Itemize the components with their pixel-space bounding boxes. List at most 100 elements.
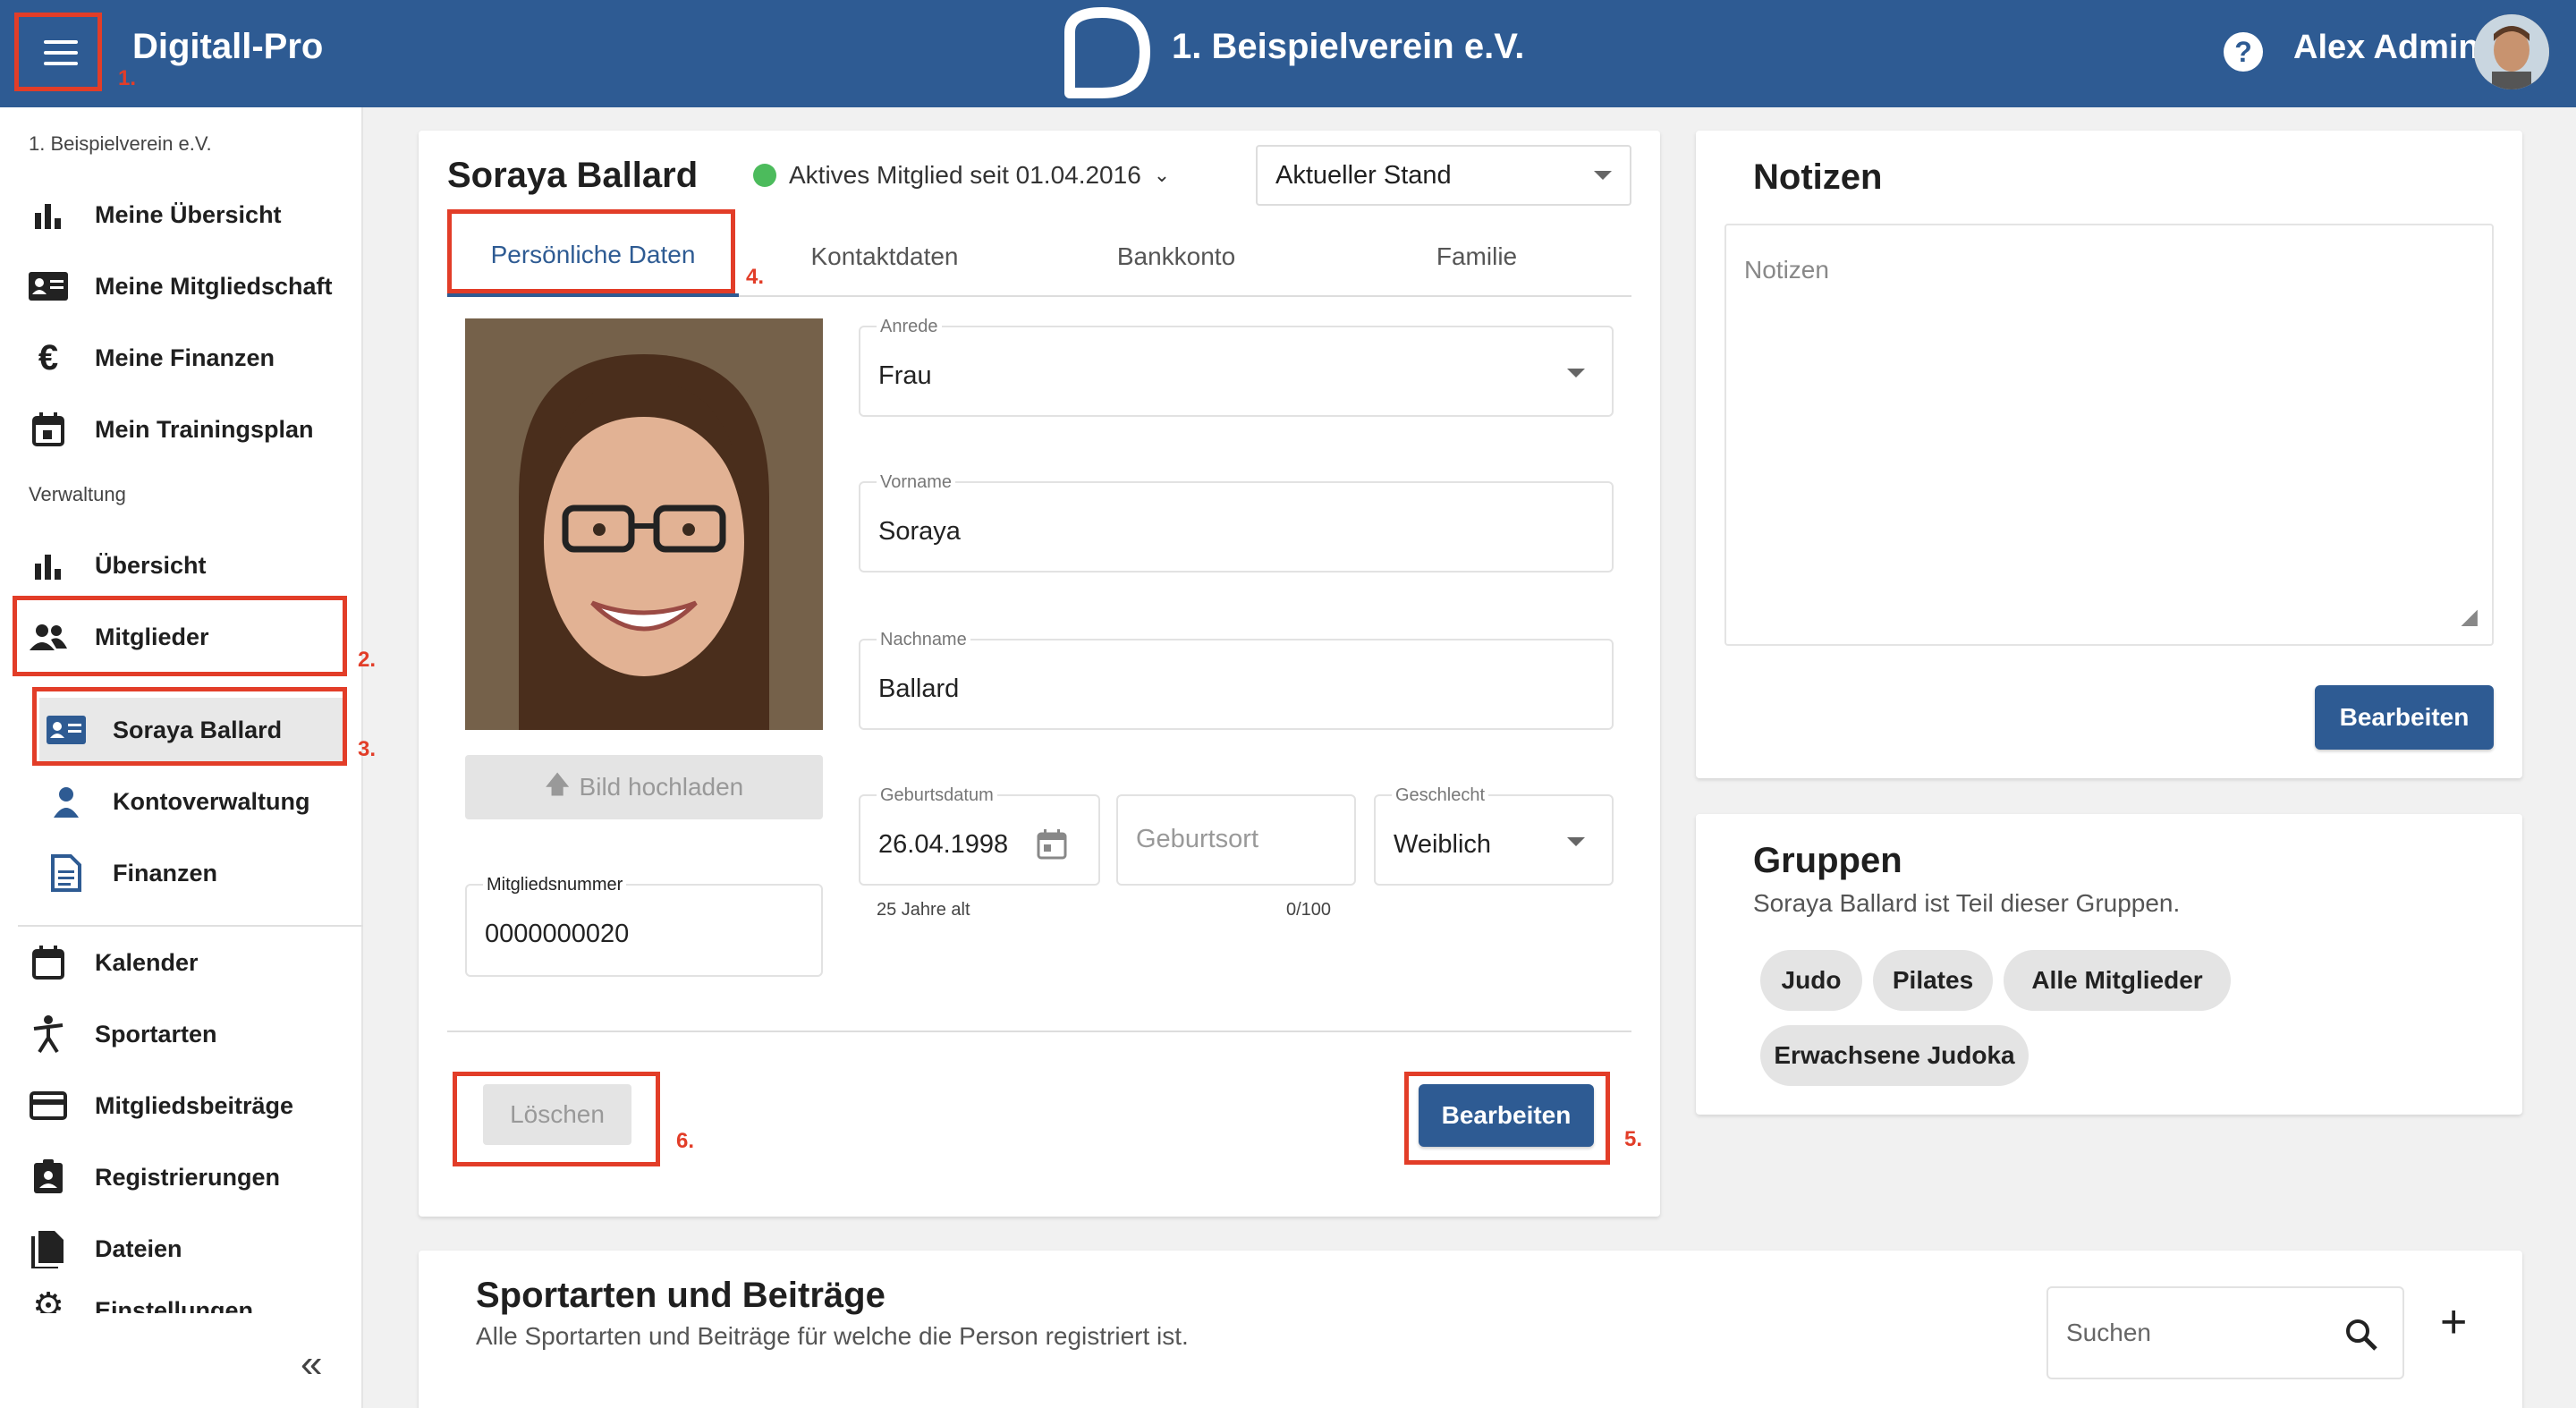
sidebar-item-label: Registrierungen xyxy=(95,1163,281,1191)
firstname-field[interactable]: Vorname Soraya xyxy=(859,472,1614,573)
sidebar-item-label: Dateien xyxy=(95,1234,182,1262)
annotation-number-3: 3. xyxy=(358,737,377,761)
club-name: 1. Beispielverein e.V. xyxy=(1172,27,1525,66)
sidebar-divider xyxy=(18,925,363,927)
age-hint: 25 Jahre alt xyxy=(877,900,970,920)
sport-icon xyxy=(27,1013,70,1056)
sidebar-item-label: Übersicht xyxy=(95,551,207,579)
lastname-field[interactable]: Nachname Ballard xyxy=(859,630,1614,730)
notes-textarea[interactable]: Notizen ◢ xyxy=(1724,224,2494,646)
sidebar-item-meine-finanzen[interactable]: € Meine Finanzen xyxy=(21,326,340,390)
group-chip-alle-mitglieder[interactable]: Alle Mitglieder xyxy=(2004,950,2231,1011)
notes-title: Notizen xyxy=(1753,157,1883,197)
member-card: Soraya Ballard Aktives Mitglied seit 01.… xyxy=(419,131,1660,1217)
annotation-box-1 xyxy=(14,13,102,91)
annotation-number-6: 6. xyxy=(676,1129,695,1153)
annotation-box-3 xyxy=(32,687,347,766)
dropdown-arrow-icon xyxy=(1594,171,1612,180)
dropdown-arrow-icon xyxy=(1567,837,1585,846)
sidebar-item-label: Finanzen xyxy=(113,859,218,886)
gender-select[interactable]: Geschlecht Weiblich xyxy=(1374,785,1614,886)
sidebar-item-label: Meine Finanzen xyxy=(95,344,275,371)
avatar-face-icon xyxy=(2474,14,2549,89)
collapse-sidebar-icon[interactable]: « xyxy=(301,1342,322,1387)
lastname-label: Nachname xyxy=(877,630,970,650)
sidebar-item-kalender[interactable]: Kalender xyxy=(21,930,340,995)
sidebar-item-label: Mein Trainingsplan xyxy=(95,415,314,443)
sidebar-item-label: Meine Übersicht xyxy=(95,200,282,228)
gear-icon: ⚙ xyxy=(32,1286,64,1313)
sidebar-item-kontoverwaltung[interactable]: Kontoverwaltung xyxy=(39,769,343,834)
files-icon xyxy=(27,1227,70,1270)
group-chip-judo[interactable]: Judo xyxy=(1760,950,1862,1011)
club-logo-icon xyxy=(1064,7,1150,98)
sidebar-item-label: Kontoverwaltung xyxy=(113,787,310,815)
sidebar-item-label: Sportarten xyxy=(95,1020,217,1048)
credit-card-icon xyxy=(27,1084,70,1127)
euro-icon: € xyxy=(38,337,59,377)
membership-status-dropdown[interactable]: Aktives Mitglied seit 01.04.2016 ⌄ xyxy=(753,161,1170,190)
add-sport-icon[interactable]: + xyxy=(2440,1295,2467,1349)
firstname-label: Vorname xyxy=(877,472,956,493)
groups-title: Gruppen xyxy=(1753,841,1902,880)
chevron-down-icon: ⌄ xyxy=(1153,164,1171,186)
birthdate-field[interactable]: Geburtsdatum 26.04.1998 xyxy=(859,785,1100,886)
annotation-number-2: 2. xyxy=(358,648,377,672)
calendar-icon[interactable] xyxy=(1036,828,1068,861)
firstname-value: Soraya xyxy=(878,517,961,546)
help-icon[interactable]: ? xyxy=(2224,32,2263,72)
sidebar-item-mein-trainingsplan[interactable]: Mein Trainingsplan xyxy=(21,397,340,462)
badge-icon xyxy=(27,1156,70,1199)
app-title: Digitall-Pro xyxy=(132,27,324,66)
sidebar-item-meine-uebersicht[interactable]: Meine Übersicht xyxy=(21,182,340,247)
sidebar-item-label: Einstellungen xyxy=(95,1297,254,1313)
sidebar-item-mitgliedsbeitraege[interactable]: Mitgliedsbeiträge xyxy=(21,1073,340,1138)
calendar-icon xyxy=(27,941,70,984)
tab-kontaktdaten[interactable]: Kontaktdaten xyxy=(739,216,1030,297)
birthplace-field[interactable]: Geburtsort xyxy=(1116,794,1356,886)
sidebar-item-sportarten[interactable]: Sportarten xyxy=(21,1002,340,1066)
user-name[interactable]: Alex Admin xyxy=(2293,29,2479,67)
bar-chart-icon xyxy=(27,544,70,587)
gender-value: Weiblich xyxy=(1394,830,1492,859)
version-select[interactable]: Aktueller Stand xyxy=(1256,145,1631,206)
annotation-box-2 xyxy=(13,596,347,676)
gender-label: Geschlecht xyxy=(1392,785,1489,806)
tab-familie[interactable]: Familie xyxy=(1322,216,1631,297)
document-icon xyxy=(45,852,88,895)
membership-status-text: Aktives Mitglied seit 01.04.2016 xyxy=(789,161,1141,189)
sidebar-item-registrierungen[interactable]: Registrierungen xyxy=(21,1145,340,1209)
member-number-field[interactable]: Mitgliedsnummer 0000000020 xyxy=(465,875,823,977)
member-portrait-icon xyxy=(465,318,823,730)
salutation-value: Frau xyxy=(878,361,932,390)
resize-handle-icon[interactable]: ◢ xyxy=(2462,604,2478,630)
birthdate-label: Geburtsdatum xyxy=(877,785,997,806)
annotation-box-6 xyxy=(453,1072,660,1166)
salutation-select[interactable]: Anrede Frau xyxy=(859,317,1614,417)
sports-search-field[interactable] xyxy=(2046,1286,2404,1379)
lastname-value: Ballard xyxy=(878,674,960,703)
user-avatar[interactable] xyxy=(2474,14,2549,89)
search-icon[interactable] xyxy=(2342,1315,2381,1354)
tab-bankkonto[interactable]: Bankkonto xyxy=(1030,216,1322,297)
member-number-value: 0000000020 xyxy=(485,920,630,948)
sidebar-item-uebersicht[interactable]: Übersicht xyxy=(21,533,340,598)
annotation-number-5: 5. xyxy=(1624,1127,1643,1151)
group-chip-erwachsene-judoka[interactable]: Erwachsene Judoka xyxy=(1760,1025,2029,1086)
sidebar-item-finanzen[interactable]: Finanzen xyxy=(39,841,343,905)
groups-subtitle: Soraya Ballard ist Teil dieser Gruppen. xyxy=(1753,889,2181,917)
annotation-number-1: 1. xyxy=(118,66,137,90)
sports-search-input[interactable] xyxy=(2066,1315,2334,1351)
id-card-icon xyxy=(27,265,70,308)
sports-title: Sportarten und Beiträge xyxy=(476,1276,886,1315)
sports-card: Sportarten und Beiträge Alle Sportarten … xyxy=(419,1251,2522,1408)
upload-photo-button[interactable]: 🡅 Bild hochladen xyxy=(465,755,823,819)
member-name: Soraya Ballard xyxy=(447,156,699,195)
sidebar-item-meine-mitgliedschaft[interactable]: Meine Mitgliedschaft xyxy=(21,254,340,318)
sidebar-item-einstellungen[interactable]: ⚙ Einstellungen xyxy=(21,1285,340,1313)
upload-photo-label: Bild hochladen xyxy=(579,773,744,801)
group-chip-pilates[interactable]: Pilates xyxy=(1873,950,1993,1011)
sidebar-item-dateien[interactable]: Dateien xyxy=(21,1217,340,1281)
edit-notes-button[interactable]: Bearbeiten xyxy=(2315,685,2494,750)
calendar-icon xyxy=(27,408,70,451)
